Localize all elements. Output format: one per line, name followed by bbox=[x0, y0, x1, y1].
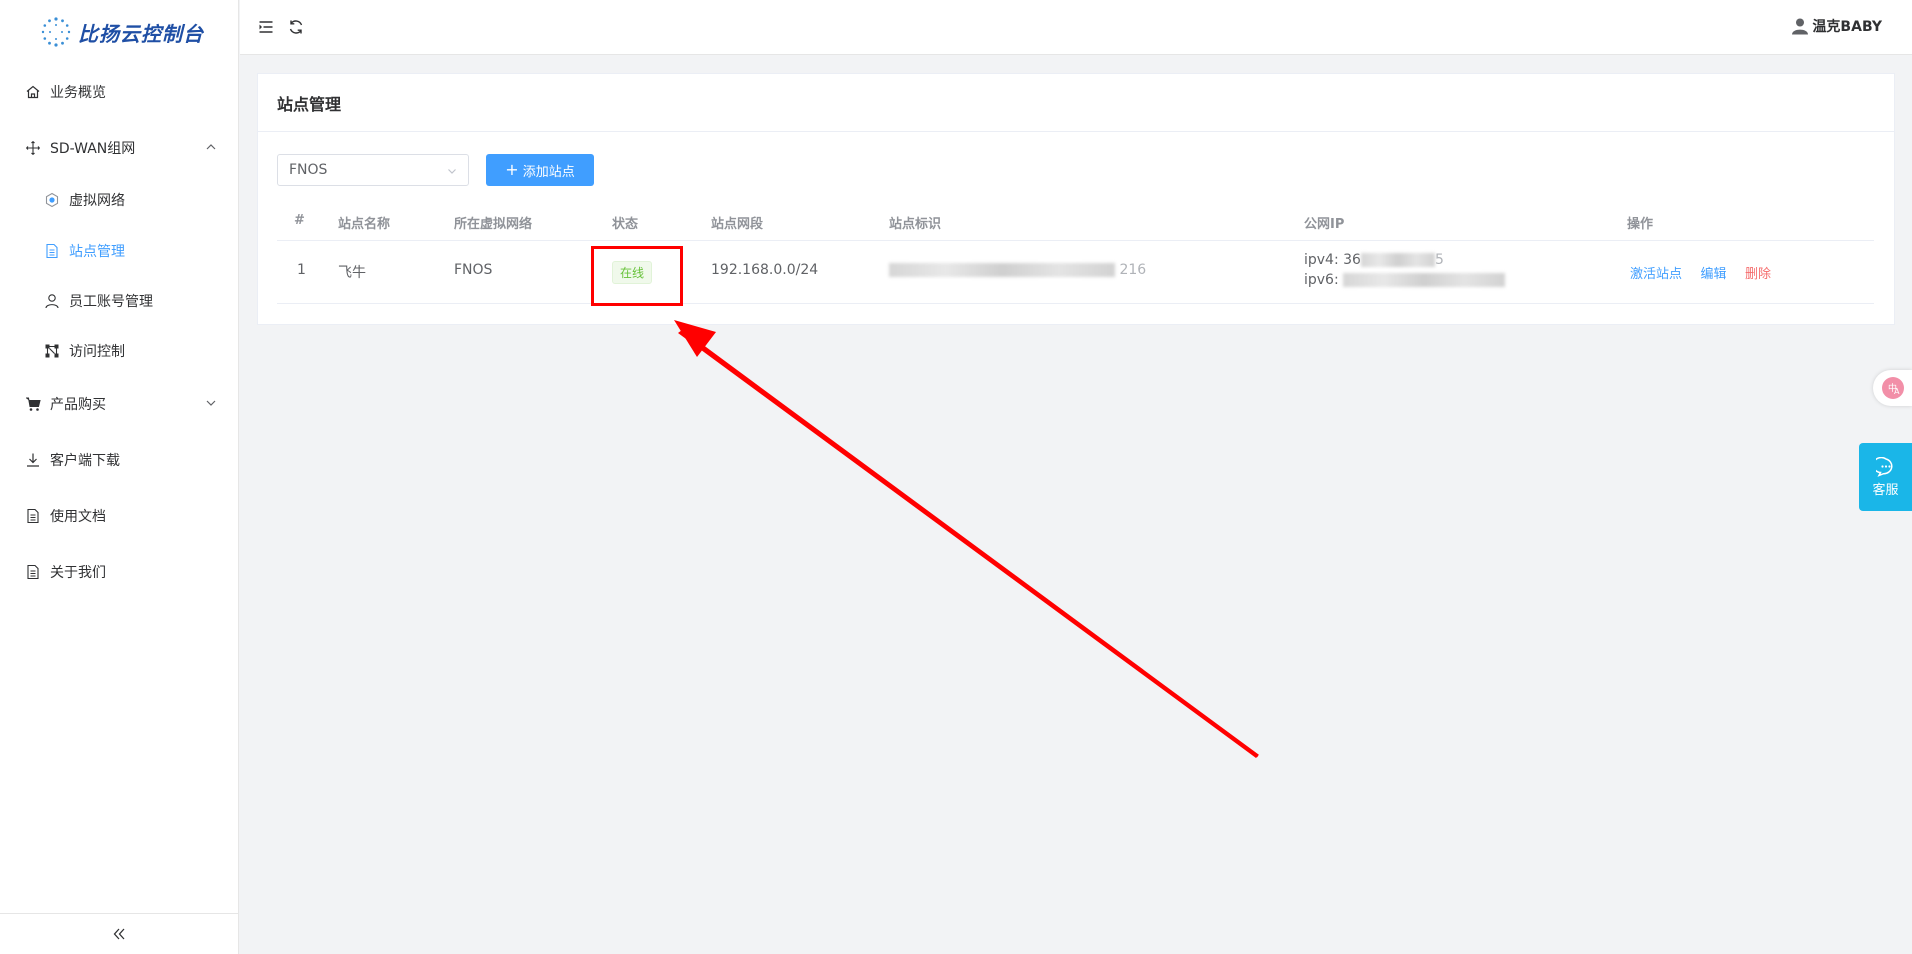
edit-link[interactable]: 编辑 bbox=[1700, 267, 1726, 282]
cart-icon bbox=[24, 395, 42, 413]
chevron-down-icon bbox=[206, 400, 216, 406]
site-name: 飞牛 bbox=[338, 265, 366, 281]
ipv6-line: ipv6: bbox=[1304, 270, 1506, 290]
sidebar-item-label: SD-WAN组网 bbox=[50, 141, 136, 157]
add-site-button[interactable]: + 添加站点 bbox=[486, 154, 594, 186]
customer-service-label: 客服 bbox=[1872, 482, 1899, 498]
svg-text:A: A bbox=[1894, 387, 1900, 396]
sidebar-item-access-control[interactable]: 访问控制 bbox=[0, 331, 238, 371]
network-move-icon bbox=[24, 139, 42, 157]
annotation-arrow-shaft bbox=[678, 330, 1258, 758]
redacted-ipv4 bbox=[1360, 253, 1435, 267]
site-identifier: 216 bbox=[889, 262, 1146, 278]
menu-fold-icon bbox=[259, 21, 273, 33]
row-index: 1 bbox=[297, 262, 306, 278]
app-title: 比扬云控制台 bbox=[78, 21, 204, 46]
ipv4-prefix: 36 bbox=[1343, 252, 1361, 268]
redacted-identifier bbox=[889, 263, 1115, 277]
sidebar-collapse-button[interactable] bbox=[0, 913, 238, 954]
refresh-icon bbox=[289, 20, 303, 34]
sidebar-item-label: 客户端下载 bbox=[50, 453, 120, 469]
nodes-icon bbox=[43, 342, 61, 360]
sidebar-item-label: 业务概览 bbox=[50, 85, 106, 101]
document-icon bbox=[24, 507, 42, 525]
column-header-name: 站点名称 bbox=[338, 217, 391, 232]
column-header-actions: 操作 bbox=[1627, 217, 1654, 232]
sidebar-item-staff-accounts[interactable]: 员工账号管理 bbox=[0, 281, 238, 321]
activate-site-link[interactable]: 激活站点 bbox=[1630, 267, 1682, 282]
sidebar-item-sdwan[interactable]: SD-WAN组网 bbox=[0, 128, 238, 168]
ipv4-line: ipv4: 36 5 bbox=[1304, 250, 1505, 270]
table-header: # 站点名称 所在虚拟网络 状态 站点网段 站点标识 公网IP 操作 bbox=[277, 202, 1874, 241]
sidebar-item-label: 访问控制 bbox=[69, 344, 125, 360]
ipv4-suffix: 5 bbox=[1434, 252, 1444, 268]
user-icon bbox=[43, 292, 61, 310]
home-icon bbox=[24, 83, 42, 101]
sites-table: # 站点名称 所在虚拟网络 状态 站点网段 站点标识 公网IP 操作 1 飞牛 … bbox=[277, 202, 1874, 304]
column-header-subnet: 站点网段 bbox=[711, 217, 764, 232]
annotation-highlight-box bbox=[591, 246, 683, 306]
add-site-label: 添加站点 bbox=[522, 164, 575, 180]
document-icon bbox=[24, 563, 42, 581]
sidebar-item-about[interactable]: 关于我们 bbox=[0, 552, 238, 592]
network-select-value: FNOS bbox=[289, 162, 328, 178]
sidebar-item-docs[interactable]: 使用文档 bbox=[0, 496, 238, 536]
document-list-icon bbox=[43, 242, 61, 260]
double-chevron-left-icon bbox=[113, 928, 125, 940]
column-header-index: # bbox=[294, 213, 305, 228]
customer-service-button[interactable]: 客服 bbox=[1859, 443, 1912, 511]
sidebar-item-label: 站点管理 bbox=[69, 244, 125, 260]
sidebar-item-virtual-network[interactable]: 虚拟网络 bbox=[0, 180, 238, 220]
sidebar-item-label: 关于我们 bbox=[50, 565, 106, 581]
public-ip-cell: ipv4: 36 5 ipv6: bbox=[1304, 250, 1506, 290]
sidebar-item-overview[interactable]: 业务概览 bbox=[0, 72, 238, 112]
page-title: 站点管理 bbox=[258, 74, 1894, 132]
column-header-network: 所在虚拟网络 bbox=[454, 217, 533, 232]
top-header: 温克BABY bbox=[240, 0, 1912, 55]
plus-icon: + bbox=[505, 160, 519, 179]
hexagon-icon bbox=[43, 191, 61, 209]
logo[interactable]: 比扬云控制台 bbox=[40, 14, 204, 50]
site-subnet: 192.168.0.0/24 bbox=[711, 262, 819, 278]
user-avatar-icon bbox=[1792, 18, 1809, 35]
redacted-ipv6 bbox=[1343, 273, 1506, 287]
table-row: 1 飞牛 FNOS 在线 192.168.0.0/24 216 ipv4: 36… bbox=[277, 241, 1874, 304]
actions-cell: 激活站点 编辑 删除 bbox=[1630, 263, 1785, 282]
sidebar-item-label: 虚拟网络 bbox=[69, 193, 125, 209]
sidebar-item-purchase[interactable]: 产品购买 bbox=[0, 384, 238, 424]
translate-widget[interactable]: 中A bbox=[1873, 370, 1912, 406]
ipv4-label: ipv4: bbox=[1304, 252, 1339, 268]
user-name: 温克BABY bbox=[1812, 19, 1882, 35]
chat-bubble-icon bbox=[1875, 456, 1892, 477]
sidebar-item-label: 使用文档 bbox=[50, 509, 106, 525]
column-header-identifier: 站点标识 bbox=[889, 217, 942, 232]
chevron-up-icon bbox=[206, 144, 216, 150]
site-management-card: 站点管理 FNOS + 添加站点 # 站点名称 所在虚拟网络 状态 站点网段 站… bbox=[257, 73, 1895, 325]
column-header-status: 状态 bbox=[612, 217, 639, 232]
ipv6-label: ipv6: bbox=[1304, 272, 1339, 288]
identifier-suffix: 216 bbox=[1119, 262, 1147, 278]
network-select[interactable]: FNOS bbox=[277, 154, 469, 186]
delete-link[interactable]: 删除 bbox=[1745, 267, 1771, 282]
refresh-button[interactable] bbox=[287, 18, 305, 36]
site-network: FNOS bbox=[454, 262, 493, 278]
sidebar-item-label: 产品购买 bbox=[50, 397, 106, 413]
translate-icon: 中A bbox=[1881, 377, 1904, 399]
menu-toggle-button[interactable] bbox=[257, 18, 275, 36]
sidebar-item-client-download[interactable]: 客户端下载 bbox=[0, 440, 238, 480]
column-header-public-ip: 公网IP bbox=[1304, 217, 1345, 232]
sidebar: 比扬云控制台 业务概览 SD-WAN组网 虚拟网络 站点管理 员工账号管理 访问… bbox=[0, 0, 239, 954]
chevron-down-icon bbox=[448, 169, 456, 174]
annotation-arrow-head bbox=[674, 320, 716, 357]
user-menu[interactable]: 温克BABY bbox=[1791, 16, 1882, 36]
sidebar-item-label: 员工账号管理 bbox=[69, 294, 153, 310]
download-icon bbox=[24, 451, 42, 469]
logo-icon bbox=[41, 17, 71, 47]
sidebar-item-site-management[interactable]: 站点管理 bbox=[0, 231, 238, 271]
